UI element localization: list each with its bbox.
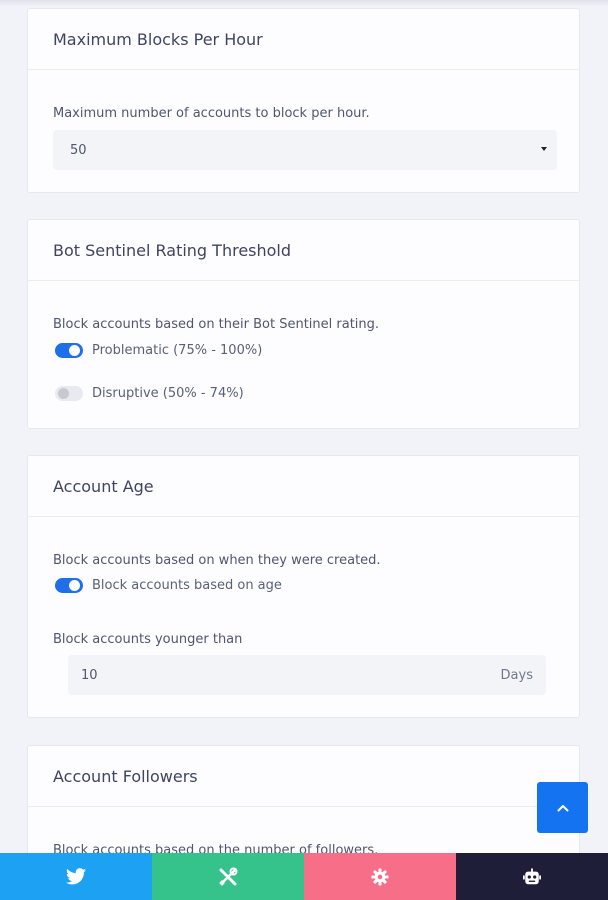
problematic-toggle-row: Problematic (75% - 100%) xyxy=(55,343,262,358)
tools-icon xyxy=(218,867,238,887)
account-age-card: Account Age Block accounts based on when… xyxy=(27,455,580,718)
problematic-toggle-label: Problematic (75% - 100%) xyxy=(92,343,263,358)
chevron-up-icon xyxy=(557,804,569,812)
max-blocks-card: Maximum Blocks Per Hour Maximum number o… xyxy=(27,8,580,193)
younger-than-label: Block accounts younger than xyxy=(53,632,243,647)
toggle-knob xyxy=(58,388,69,399)
twitter-icon xyxy=(66,868,86,885)
bottom-nav xyxy=(0,853,608,900)
disruptive-toggle[interactable] xyxy=(55,386,83,401)
gear-icon xyxy=(371,867,389,886)
account-age-description: Block accounts based on when they were c… xyxy=(53,553,381,568)
rating-threshold-title: Bot Sentinel Rating Threshold xyxy=(53,240,292,260)
max-blocks-select-value: 50 xyxy=(70,142,87,158)
top-edge xyxy=(0,0,608,6)
toggle-knob xyxy=(69,580,80,591)
rating-threshold-description: Block accounts based on their Bot Sentin… xyxy=(53,317,380,332)
account-age-header: Account Age xyxy=(28,456,579,517)
toggle-knob xyxy=(69,345,80,356)
age-toggle-label: Block accounts based on age xyxy=(92,578,282,593)
max-blocks-description: Maximum number of accounts to block per … xyxy=(53,106,370,121)
disruptive-toggle-label: Disruptive (50% - 74%) xyxy=(92,386,244,401)
nav-tools-button[interactable] xyxy=(152,853,304,900)
account-followers-header: Account Followers xyxy=(28,746,579,807)
account-age-title: Account Age xyxy=(53,476,154,496)
account-followers-title: Account Followers xyxy=(53,766,198,786)
nav-twitter-button[interactable] xyxy=(0,853,152,900)
rating-threshold-header: Bot Sentinel Rating Threshold xyxy=(28,220,579,281)
max-blocks-select[interactable]: 50 xyxy=(53,130,557,170)
caret-down-icon xyxy=(541,147,547,151)
days-suffix: Days xyxy=(500,667,533,683)
scroll-top-button[interactable] xyxy=(537,782,588,833)
disruptive-toggle-row: Disruptive (50% - 74%) xyxy=(55,386,244,401)
robot-icon xyxy=(523,867,541,886)
problematic-toggle[interactable] xyxy=(55,343,83,358)
age-days-input[interactable]: 10 Days xyxy=(68,655,546,695)
age-toggle-row: Block accounts based on age xyxy=(55,578,282,593)
age-days-value[interactable]: 10 xyxy=(68,668,501,683)
rating-threshold-card: Bot Sentinel Rating Threshold Block acco… xyxy=(27,219,580,429)
nav-settings-button[interactable] xyxy=(304,853,456,900)
age-toggle[interactable] xyxy=(55,578,83,593)
nav-bot-button[interactable] xyxy=(456,853,608,900)
max-blocks-title: Maximum Blocks Per Hour xyxy=(53,29,263,49)
max-blocks-header: Maximum Blocks Per Hour xyxy=(28,9,579,70)
